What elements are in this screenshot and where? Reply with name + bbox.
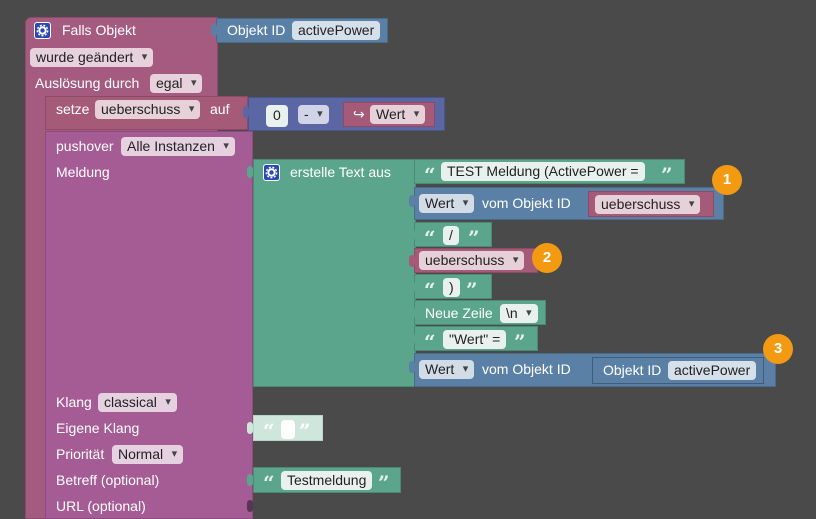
text-item-2-field[interactable]: /	[443, 226, 459, 245]
get2-object-id-label: Objekt ID	[603, 362, 662, 378]
wert-dropdown[interactable]: Wert	[370, 105, 426, 124]
url-label: URL (optional)	[56, 498, 146, 514]
open-quote-icon: “	[424, 278, 436, 302]
get2-attr-dropdown[interactable]: Wert	[419, 360, 475, 379]
variable-dropdown[interactable]: ueberschuss	[95, 100, 201, 119]
pushover-label: pushover	[56, 138, 114, 154]
text-item-1-field[interactable]: TEST Meldung (ActivePower =	[441, 162, 645, 181]
connector-notch	[409, 361, 415, 373]
connector-notch	[247, 422, 253, 434]
newline-label: Neue Zeile	[425, 305, 493, 321]
eigene-klang-field[interactable]	[281, 420, 295, 439]
close-quote-icon: ”	[299, 419, 311, 443]
get2-label: vom Objekt ID	[482, 361, 571, 377]
text-item-4-field[interactable]: "Wert" =	[443, 330, 507, 349]
get1-variable-dropdown[interactable]: ueberschuss	[595, 195, 701, 214]
open-quote-icon: “	[263, 419, 275, 443]
connector-notch	[247, 166, 253, 178]
variable-2-dropdown[interactable]: ueberschuss	[419, 251, 525, 270]
connector-notch	[211, 24, 217, 36]
object-id-label: Objekt ID	[227, 22, 286, 38]
step-badge-2: 2	[532, 243, 562, 273]
close-quote-icon: ”	[466, 278, 478, 302]
close-quote-icon: ”	[514, 330, 526, 354]
setze-label: setze	[56, 101, 90, 117]
redirect-arrow-icon: ↪	[353, 106, 365, 122]
connector-notch	[409, 229, 415, 241]
klang-label: Klang	[56, 394, 92, 410]
connector-notch	[409, 333, 415, 345]
eigene-klang-label: Eigene Klang	[56, 420, 140, 436]
betreff-field[interactable]: Testmeldung	[281, 471, 373, 490]
open-quote-icon: “	[424, 226, 436, 250]
text-item-3-field[interactable]: )	[443, 278, 460, 297]
instance-dropdown[interactable]: Alle Instanzen	[121, 137, 235, 156]
connector-notch	[247, 474, 253, 486]
text-join-label: erstelle Text aus	[290, 164, 391, 180]
connector-notch	[409, 281, 415, 293]
prioritaet-label: Priorität	[56, 446, 105, 462]
open-quote-icon: “	[424, 330, 436, 354]
connector-notch	[409, 307, 415, 319]
ausloesung-label: Auslösung durch	[35, 75, 140, 91]
event-title: Falls Objekt	[62, 22, 136, 38]
prioritaet-dropdown[interactable]: Normal	[112, 445, 184, 464]
get1-label: vom Objekt ID	[482, 195, 571, 211]
text-join-block[interactable]	[253, 159, 416, 387]
meldung-label: Meldung	[56, 164, 110, 180]
gear-icon[interactable]	[34, 22, 51, 39]
open-quote-icon: “	[263, 471, 275, 495]
operator-dropdown[interactable]: -	[298, 105, 329, 124]
connector-notch	[247, 500, 253, 512]
ausloesung-dropdown[interactable]: egal	[150, 74, 203, 93]
newline-dropdown[interactable]: \n	[500, 304, 538, 323]
betreff-label: Betreff (optional)	[56, 472, 160, 488]
step-badge-3: 3	[763, 334, 793, 364]
open-quote-icon: “	[424, 163, 436, 187]
close-quote-icon: ”	[661, 163, 673, 187]
close-quote-icon: ”	[468, 226, 480, 250]
connector-notch	[409, 255, 415, 267]
get1-attr-dropdown[interactable]: Wert	[419, 194, 475, 213]
auf-label: auf	[210, 101, 230, 117]
object-id-field[interactable]: activePower	[292, 21, 381, 40]
number-field[interactable]: 0	[266, 105, 288, 127]
trigger-dropdown[interactable]: wurde geändert	[30, 48, 154, 67]
connector-notch	[243, 106, 249, 118]
klang-dropdown[interactable]: classical	[98, 393, 177, 412]
gear-icon[interactable]	[263, 164, 280, 181]
connector-notch	[409, 195, 415, 207]
get2-object-id-field[interactable]: activePower	[668, 361, 757, 380]
step-badge-1: 1	[712, 165, 742, 195]
close-quote-icon: ”	[378, 471, 390, 495]
